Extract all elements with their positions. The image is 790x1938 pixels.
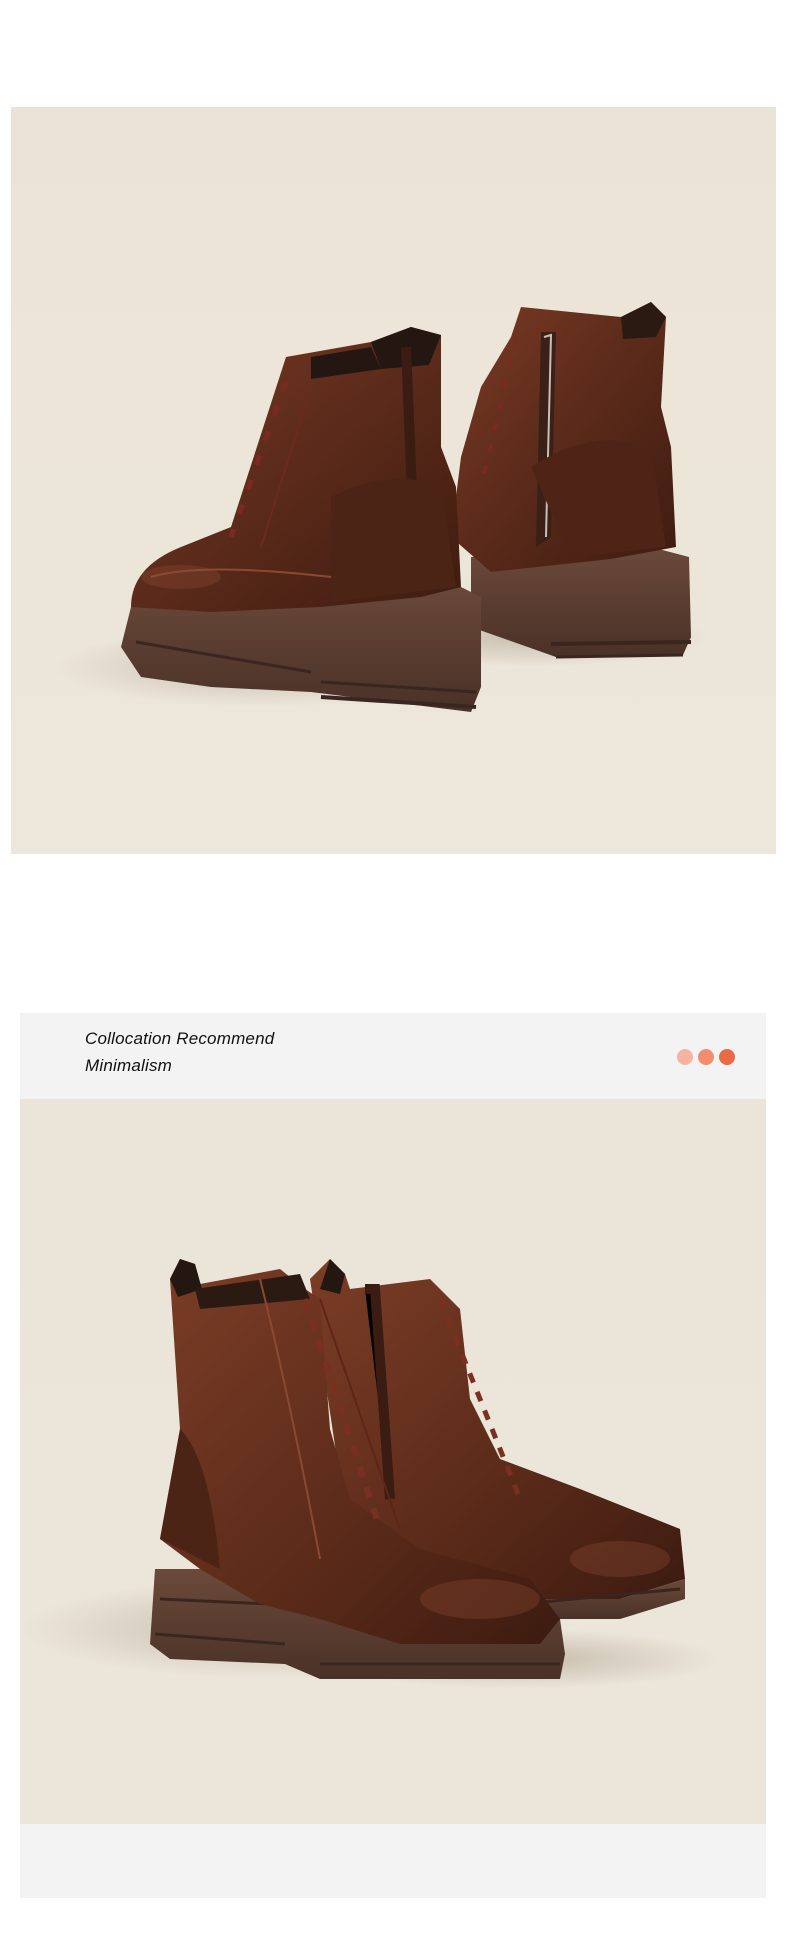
header-subtitle: Minimalism [85, 1056, 172, 1075]
dot-light-icon [677, 1049, 693, 1065]
brown-lace-up-boots-front-view-icon [20, 1099, 766, 1824]
footer-band [20, 1824, 766, 1898]
brown-lace-up-boots-back-view-icon [11, 107, 776, 854]
dot-medium-icon [698, 1049, 714, 1065]
dot-dark-icon [719, 1049, 735, 1065]
header-title: Collocation Recommend [85, 1029, 275, 1048]
product-photo-top [11, 107, 776, 854]
decorative-dots [677, 1049, 735, 1065]
collocation-header: Collocation Recommend Minimalism [20, 1013, 766, 1099]
product-photo-bottom [20, 1099, 766, 1824]
